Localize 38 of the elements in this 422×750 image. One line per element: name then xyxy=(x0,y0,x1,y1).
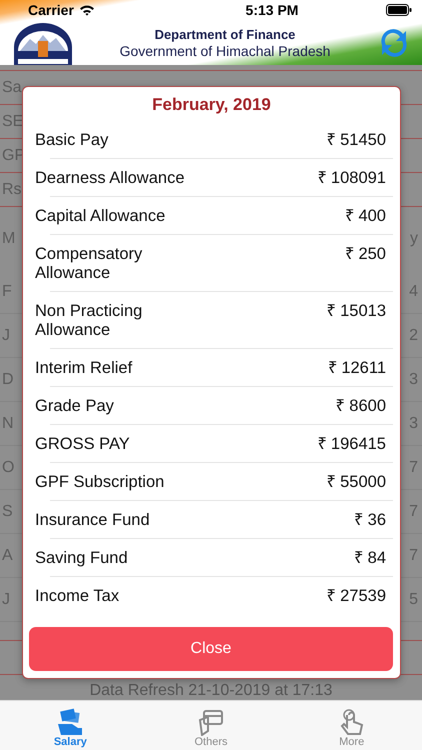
pay-item-amount: ₹ 250 xyxy=(344,245,386,264)
pay-item-label: Income Tax xyxy=(35,587,120,606)
pay-item-amount: ₹ 51450 xyxy=(326,131,386,150)
department-title: Department of Finance xyxy=(154,26,296,42)
emblem-logo xyxy=(12,20,74,64)
dialog-title: February, 2019 xyxy=(151,94,272,116)
pay-item-label: Dearness Allowance xyxy=(35,169,184,188)
pay-item-label: Capital Allowance xyxy=(35,207,166,226)
pay-item-amount: ₹ 196415 xyxy=(317,435,386,454)
pay-item-label: Non Practicing Allowance xyxy=(35,302,144,340)
pay-item-amount: ₹ 8600 xyxy=(336,397,386,416)
pay-item-label: GROSS PAY xyxy=(35,435,130,454)
battery-icon xyxy=(386,4,412,16)
pay-item-label: Compensatory Allowance xyxy=(35,245,144,283)
pay-item-amount: ₹ 15013 xyxy=(326,302,386,321)
clock-time: 5:13 PM xyxy=(244,2,300,18)
close-button[interactable]: Close xyxy=(29,627,393,671)
pay-item-amount: ₹ 400 xyxy=(344,207,386,226)
pay-item-label: Basic Pay xyxy=(35,131,108,150)
tab-bar-item[interactable]: More xyxy=(281,701,422,750)
wifi-icon xyxy=(78,4,95,16)
pay-item-amount: ₹ 36 xyxy=(354,511,386,530)
pay-item-amount: ₹ 55000 xyxy=(326,473,386,492)
tab-bar-item[interactable]: Salary xyxy=(0,701,141,750)
card-hand-icon xyxy=(196,708,226,736)
tab-bar-item[interactable]: Others xyxy=(140,701,282,750)
pay-item-label: GPF Subscription xyxy=(35,473,164,492)
carrier-name: Carrier xyxy=(28,2,74,18)
pay-item-amount: ₹ 84 xyxy=(354,549,386,568)
pay-item-label: Saving Fund xyxy=(35,549,128,568)
pay-item-label: Insurance Fund xyxy=(35,511,150,530)
pay-item-amount: ₹ 12611 xyxy=(328,359,386,378)
pay-item-label: Grade Pay xyxy=(35,397,114,416)
pay-item-amount: ₹ 108091 xyxy=(317,169,386,188)
data-refresh-note: Data Refresh 21-10-2019 at 17:13 xyxy=(88,682,334,700)
pay-item-label: Interim Relief xyxy=(35,359,132,378)
government-subtitle: Government of Himachal Pradesh xyxy=(118,42,332,60)
pay-item-amount: ₹ 27539 xyxy=(326,587,386,606)
